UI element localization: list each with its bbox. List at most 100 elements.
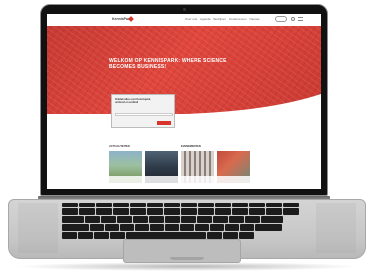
keyboard-key: [126, 232, 206, 239]
menu-icon[interactable]: [298, 17, 303, 21]
keyboard-key: [149, 216, 164, 223]
keyboard-key: [117, 216, 132, 223]
laptop-screen: KennisPark Over ons Agenda Bedrijven Ond…: [47, 14, 321, 189]
keyboard-key: [255, 224, 282, 231]
keyboard-row: [62, 232, 254, 239]
newsletter-card-text: Ontdek alles over Kennispark, ontmoet en…: [115, 98, 151, 104]
keyboard-key: [223, 232, 238, 239]
keyboard-key: [113, 203, 129, 207]
keyboard-key: [164, 203, 180, 207]
nav-item[interactable]: Agenda: [200, 17, 210, 21]
keyboard-key: [85, 216, 100, 223]
keyboard-key: [130, 203, 146, 207]
event-thumbnail[interactable]: [217, 151, 250, 183]
keyboard-key: [135, 224, 149, 231]
keyboard-key: [225, 224, 239, 231]
nav-item[interactable]: Nieuws: [250, 17, 260, 21]
keyboard-key: [232, 208, 248, 215]
keyboard-key: [249, 208, 265, 215]
keyboard-key: [232, 203, 248, 207]
keyboard-key: [181, 208, 197, 215]
hero-curve-shape: [47, 94, 321, 134]
keyboard-key: [79, 208, 95, 215]
section-label-events: EVENEMENTEN: [181, 145, 201, 148]
keyboard: [62, 203, 312, 241]
keyboard-key: [239, 232, 254, 239]
thumbnail-caption: [145, 176, 178, 183]
keyboard-key: [62, 216, 84, 223]
keyboard-key: [113, 208, 129, 215]
keyboard-key: [198, 208, 214, 215]
keyboard-key: [210, 224, 224, 231]
search-icon[interactable]: [291, 17, 295, 21]
newsletter-card: Ontdek alles over Kennispark, ontmoet en…: [111, 94, 175, 128]
speaker-grille-right: [316, 203, 356, 253]
keyboard-key: [198, 203, 214, 207]
hero-title: WELKOM OP KENNISPARK: WHERE SCIENCE BECO…: [109, 58, 227, 70]
keyboard-key: [94, 232, 109, 239]
site-nav-menu: Over ons Agenda Bedrijven Ondernemen Nie…: [185, 17, 259, 21]
keyboard-key: [215, 203, 231, 207]
keyboard-key: [266, 203, 282, 207]
keyboard-key: [197, 216, 212, 223]
nav-item[interactable]: Bedrijven: [214, 17, 227, 21]
nav-contact-button[interactable]: [275, 16, 287, 22]
keyboard-key: [283, 208, 299, 215]
thumbnail-caption: [217, 176, 250, 183]
keyboard-key: [62, 203, 78, 207]
keyboard-key: [110, 232, 125, 239]
keyboard-key: [165, 216, 180, 223]
keyboard-key: [213, 216, 228, 223]
keyboard-key: [181, 203, 197, 207]
news-thumbnail[interactable]: [145, 151, 178, 183]
keyboard-key: [245, 216, 260, 223]
keyboard-key: [147, 203, 163, 207]
keyboard-key: [101, 216, 116, 223]
keyboard-key: [229, 216, 244, 223]
keyboard-key: [62, 208, 78, 215]
keyboard-key: [283, 203, 299, 207]
keyboard-key: [240, 224, 254, 231]
newsletter-email-field[interactable]: [115, 113, 173, 116]
keyboard-key: [62, 224, 89, 231]
keyboard-key: [105, 224, 119, 231]
keyboard-key: [130, 208, 146, 215]
laptop-shadow: [14, 262, 360, 271]
lid-notch: [170, 257, 204, 260]
keyboard-key: [181, 216, 196, 223]
keyboard-key: [90, 224, 104, 231]
thumbnail-caption: [109, 176, 142, 183]
keyboard-key: [79, 203, 95, 207]
keyboard-key: [164, 208, 180, 215]
site-navbar: KennisPark Over ons Agenda Bedrijven Ond…: [47, 14, 321, 26]
keyboard-row: [62, 208, 299, 215]
news-thumbnail[interactable]: [109, 151, 142, 183]
nav-item[interactable]: Over ons: [185, 17, 197, 21]
keyboard-row: [62, 216, 283, 223]
keyboard-row: [62, 224, 282, 231]
keyboard-key: [133, 216, 148, 223]
keyboard-key: [266, 208, 282, 215]
keyboard-key: [120, 224, 134, 231]
keyboard-key: [147, 208, 163, 215]
newsletter-submit-button[interactable]: [157, 121, 171, 125]
keyboard-key: [96, 203, 112, 207]
thumbnail-caption: [181, 176, 214, 183]
keyboard-key: [249, 203, 265, 207]
keyboard-key: [261, 216, 283, 223]
keyboard-key: [180, 224, 194, 231]
event-thumbnail[interactable]: [181, 151, 214, 183]
speaker-grille-left: [18, 203, 58, 253]
keyboard-key: [195, 224, 209, 231]
webcam: [183, 8, 186, 11]
keyboard-key: [165, 224, 179, 231]
keyboard-key: [78, 232, 93, 239]
section-label-news: ACTUALITEITEN: [109, 145, 130, 148]
nav-item[interactable]: Ondernemen: [229, 17, 247, 21]
keyboard-key: [62, 232, 77, 239]
keyboard-key: [215, 208, 231, 215]
keyboard-row-function: [62, 203, 299, 207]
keyboard-key: [150, 224, 164, 231]
keyboard-key: [207, 232, 222, 239]
keyboard-key: [96, 208, 112, 215]
